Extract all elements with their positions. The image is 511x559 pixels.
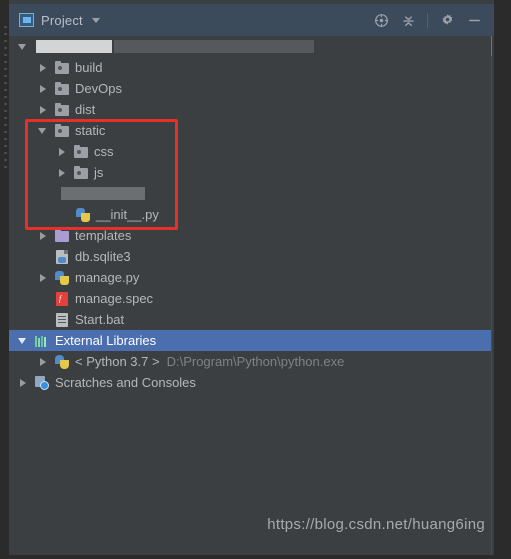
tree-item-label: External Libraries: [55, 333, 157, 348]
tree-item-label: templates: [75, 228, 132, 243]
tree-row-manage-spec[interactable]: f manage.spec: [9, 288, 491, 309]
expand-arrow-icon[interactable]: [37, 83, 48, 94]
tree-row-python-sdk[interactable]: < Python 3.7 > D:\Program\Python\python.…: [9, 351, 491, 372]
folder-icon: [54, 81, 70, 97]
tree-row-scratches-and-consoles[interactable]: Scratches and Consoles: [9, 372, 491, 393]
collapse-all-icon[interactable]: [400, 12, 416, 28]
tree-row-devops[interactable]: DevOps: [9, 78, 491, 99]
expand-arrow-icon[interactable]: [37, 125, 48, 136]
tree-row-external-libraries[interactable]: External Libraries: [9, 330, 491, 351]
tree-item-label: db.sqlite3: [75, 249, 131, 264]
library-icon: [34, 333, 50, 349]
expand-arrow-icon[interactable]: [37, 62, 48, 73]
project-tool-window: Project build DevOps dist static css js …: [0, 0, 511, 559]
folder-icon: [73, 144, 89, 160]
folder-icon: [73, 165, 89, 181]
tree-item-label: static: [75, 123, 106, 138]
toolbar-divider: [427, 12, 428, 28]
tree-row-static[interactable]: static: [9, 120, 491, 141]
tree-item-label: Start.bat: [75, 312, 125, 327]
tree-item-label: build: [75, 60, 103, 75]
python-file-icon: [75, 207, 91, 223]
project-icon: [19, 13, 34, 27]
project-tree[interactable]: build DevOps dist static css js __init__…: [9, 36, 491, 555]
tree-row-css[interactable]: css: [9, 141, 491, 162]
scratches-icon: [34, 375, 50, 391]
tree-item-label: __init__.py: [96, 207, 159, 222]
tree-item-label: css: [94, 144, 114, 159]
folder-icon: [54, 123, 70, 139]
python-logo-icon: [54, 354, 70, 370]
tool-window-actions: [373, 12, 488, 28]
locate-icon[interactable]: [373, 12, 389, 28]
bat-file-icon: [54, 312, 70, 328]
chevron-down-icon[interactable]: [91, 17, 100, 23]
watermark-text: https://blog.csdn.net/huang6ing: [267, 516, 485, 533]
redacted-folder-name: [61, 187, 145, 200]
python-file-icon: [54, 270, 70, 286]
tree-row-start-bat[interactable]: Start.bat: [9, 309, 491, 330]
tree-row-init-py[interactable]: __init__.py: [9, 204, 491, 225]
expand-arrow-icon[interactable]: [56, 167, 67, 178]
expand-arrow-icon[interactable]: [17, 377, 28, 388]
expand-arrow-icon[interactable]: [56, 146, 67, 157]
folder-icon: [54, 60, 70, 76]
tree-item-label: Scratches and Consoles: [55, 375, 196, 390]
tree-item-label: < Python 3.7 >: [75, 354, 160, 369]
tree-item-label: js: [94, 165, 104, 180]
tree-row-redacted-package[interactable]: [9, 183, 491, 204]
folder-icon: [54, 102, 70, 118]
tool-window-title: Project: [41, 12, 83, 28]
settings-gear-icon[interactable]: [439, 12, 455, 28]
tree-item-label: DevOps: [75, 81, 122, 96]
expand-arrow-icon[interactable]: [37, 104, 48, 115]
expand-arrow-icon[interactable]: [17, 41, 28, 52]
tree-item-label: manage.spec: [75, 291, 154, 306]
left-edge-marks: [4, 26, 7, 171]
tree-row-dist[interactable]: dist: [9, 99, 491, 120]
tree-row-templates[interactable]: templates: [9, 225, 491, 246]
expand-arrow-icon[interactable]: [37, 230, 48, 241]
panel-right-divider: [491, 36, 492, 559]
tree-row-root[interactable]: [9, 36, 491, 57]
tool-window-header: Project: [9, 4, 494, 36]
minimize-icon[interactable]: [466, 12, 482, 28]
python-interpreter-path: D:\Program\Python\python.exe: [166, 354, 345, 369]
tree-row-manage-py[interactable]: manage.py: [9, 267, 491, 288]
database-file-icon: [54, 249, 70, 265]
tree-item-label: dist: [75, 102, 96, 117]
window-right-edge: [494, 0, 511, 559]
window-left-edge: [0, 0, 9, 559]
expand-arrow-icon[interactable]: [37, 356, 48, 367]
redacted-project-path: [114, 40, 314, 53]
tree-row-db-sqlite3[interactable]: db.sqlite3: [9, 246, 491, 267]
window-bottom-edge: [0, 555, 511, 559]
tree-item-label: manage.py: [75, 270, 140, 285]
tool-window-title-group[interactable]: Project: [19, 13, 373, 28]
folder-purple-icon: [54, 228, 70, 244]
redacted-project-name: [36, 40, 112, 53]
expand-arrow-icon[interactable]: [17, 335, 28, 346]
spec-file-icon: f: [54, 291, 70, 307]
tree-row-js[interactable]: js: [9, 162, 491, 183]
expand-arrow-icon[interactable]: [37, 272, 48, 283]
tree-row-build[interactable]: build: [9, 57, 491, 78]
